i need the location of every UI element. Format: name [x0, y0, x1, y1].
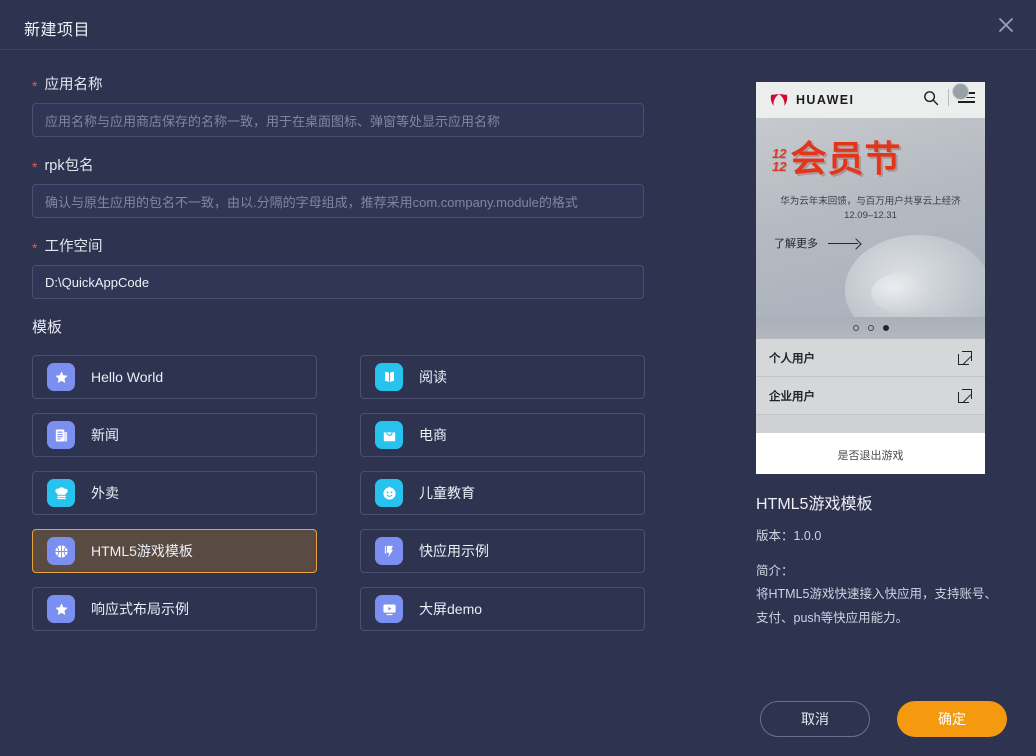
field-rpk-package: * rpk包名 确认与原生应用的包名不一致，由以.分隔的字母组成，推荐采用com…	[32, 154, 644, 218]
phone-exit-dialog: 是否退出游戏 退出 取消	[756, 433, 985, 474]
banner-subtitle: 华为云年末回馈，与百万用户共享云上经济	[780, 196, 961, 207]
template-item-selected[interactable]: HTML5游戏模板	[32, 529, 317, 573]
phone-topbar-actions	[923, 83, 975, 106]
template-item[interactable]: 新闻	[32, 413, 317, 457]
template-item[interactable]: 阅读	[360, 355, 645, 399]
workspace-label: * 工作空间	[32, 235, 644, 256]
template-grid: Hello World 阅读新闻 电商外卖 儿童教育 HTML5游戏模板 快应用示例响应式…	[32, 355, 645, 631]
arrow-right-icon	[828, 239, 862, 248]
template-item[interactable]: 大屏demo	[360, 587, 645, 631]
app-name-label: * 应用名称	[32, 73, 644, 94]
carousel-dot[interactable]	[867, 325, 874, 331]
search-icon[interactable]	[923, 90, 939, 106]
field-workspace: * 工作空间 D:\QuickAppCode	[32, 235, 644, 299]
banner-title: 会员节	[790, 138, 902, 179]
preview-title: HTML5游戏模板	[756, 496, 873, 513]
book-icon	[375, 363, 403, 391]
phone-preview: HUAWEI 12 12 会员节 华为云年末回馈，与百万用户共享云上经济 12.…	[756, 82, 985, 474]
basketball-icon	[47, 537, 75, 565]
workspace-input[interactable]: D:\QuickAppCode	[32, 265, 644, 299]
dialog-footer: 取消 确定	[0, 690, 1036, 756]
external-link-icon[interactable]	[958, 388, 972, 403]
new-project-dialog: 新建项目 * 应用名称 应用名称与应用商店保存的名称一致，用于在桌面图标、弹窗等…	[0, 0, 1036, 756]
account-avatar-icon[interactable]	[952, 83, 969, 100]
template-item-label: 大屏demo	[419, 601, 483, 617]
rpk-package-label-text: rpk包名	[44, 158, 94, 174]
rpk-package-input[interactable]: 确认与原生应用的包名不一致，由以.分隔的字母组成，推荐采用com.company…	[32, 184, 644, 218]
preview-version: 版本：1.0.0	[756, 529, 822, 543]
phone-row-label: 个人用户	[769, 352, 815, 365]
form-pane: * 应用名称 应用名称与应用商店保存的名称一致，用于在桌面图标、弹窗等处显示应用…	[0, 50, 700, 690]
template-item-label: 外卖	[91, 485, 119, 501]
phone-banner: 12 12 会员节 华为云年末回馈，与百万用户共享云上经济 12.09–12.31…	[756, 118, 985, 317]
carousel-dot-active[interactable]	[882, 325, 889, 331]
phone-row-label: 企业用户	[769, 390, 815, 403]
template-item[interactable]: 快应用示例	[360, 529, 645, 573]
tv-play-icon	[375, 595, 403, 623]
phone-spacer	[756, 415, 985, 433]
template-item-label: 儿童教育	[419, 485, 475, 501]
template-item[interactable]: Hello World	[32, 355, 317, 399]
chefhat-icon	[47, 479, 75, 507]
close-icon[interactable]	[992, 11, 1020, 39]
news-icon	[47, 421, 75, 449]
preview-intro-label: 简介：	[756, 564, 794, 578]
phone-row-enterprise[interactable]: 企业用户	[756, 377, 985, 415]
page-title: 新建项目	[24, 22, 91, 39]
app-name-label-text: 应用名称	[44, 77, 103, 93]
divider	[948, 89, 949, 106]
carousel-dot[interactable]	[852, 325, 859, 331]
baby-face-icon	[375, 479, 403, 507]
huawei-brand-text: HUAWEI	[796, 93, 855, 107]
huawei-logo: HUAWEI	[768, 93, 854, 108]
template-item[interactable]: 电商	[360, 413, 645, 457]
banner-cta-label: 了解更多	[774, 238, 818, 250]
templates-section-label: 模板	[32, 319, 63, 336]
phone-topbar: HUAWEI	[756, 82, 985, 118]
required-marker: *	[32, 158, 38, 175]
app-name-placeholder: 应用名称与应用商店保存的名称一致，用于在桌面图标、弹窗等处显示应用名称	[45, 113, 501, 129]
carousel-dots[interactable]	[756, 317, 985, 339]
confirm-button[interactable]: 确定	[897, 701, 1007, 737]
bag-icon	[375, 421, 403, 449]
workspace-label-text: 工作空间	[44, 239, 103, 255]
rpk-package-label: * rpk包名	[32, 154, 644, 175]
banner-cta[interactable]: 了解更多	[774, 235, 862, 251]
external-link-icon[interactable]	[958, 350, 972, 365]
template-item-label: 电商	[419, 427, 447, 443]
template-item-label: 响应式布局示例	[91, 601, 189, 617]
template-item[interactable]: 儿童教育	[360, 471, 645, 515]
banner-date: 12.09–12.31	[844, 210, 897, 221]
template-item-label: 快应用示例	[419, 543, 489, 559]
rpk-package-placeholder: 确认与原生应用的包名不一致，由以.分隔的字母组成，推荐采用com.company…	[45, 194, 578, 210]
star-icon	[47, 595, 75, 623]
dialog-titlebar: 新建项目	[0, 0, 1036, 50]
exit-dialog-message: 是否退出游戏	[837, 450, 904, 462]
phone-row-personal[interactable]: 个人用户	[756, 339, 985, 377]
template-item-label: Hello World	[91, 369, 164, 385]
cloud-graphic-small	[871, 273, 933, 313]
required-marker: *	[32, 77, 38, 94]
template-item-label: HTML5游戏模板	[91, 543, 193, 559]
app-name-input[interactable]: 应用名称与应用商店保存的名称一致，用于在桌面图标、弹窗等处显示应用名称	[32, 103, 644, 137]
preview-pane: HUAWEI 12 12 会员节 华为云年末回馈，与百万用户共享云上经济 12.…	[700, 50, 1036, 690]
workspace-value: D:\QuickAppCode	[45, 274, 150, 290]
template-item[interactable]: 外卖	[32, 471, 317, 515]
star-icon	[47, 363, 75, 391]
quickapp-f-icon	[375, 537, 403, 565]
template-item-label: 新闻	[91, 427, 119, 443]
field-app-name: * 应用名称 应用名称与应用商店保存的名称一致，用于在桌面图标、弹窗等处显示应用…	[32, 73, 644, 137]
template-item[interactable]: 响应式布局示例	[32, 587, 317, 631]
banner-badge: 12 12	[772, 146, 787, 174]
required-marker: *	[32, 239, 38, 256]
banner-title-group: 12 12 会员节	[772, 140, 901, 178]
template-item-label: 阅读	[419, 369, 447, 385]
preview-intro-text: 将HTML5游戏快速接入快应用，支持账号、支付、push等快应用能力。	[756, 587, 997, 625]
cancel-button[interactable]: 取消	[760, 701, 870, 737]
